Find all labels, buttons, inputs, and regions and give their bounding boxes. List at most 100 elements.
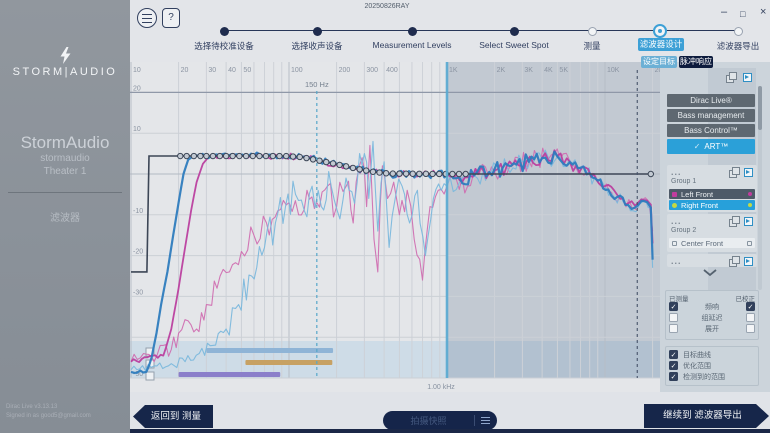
target-handle[interactable]	[377, 170, 382, 175]
expand-groups-chevron-down-icon[interactable]	[702, 268, 718, 279]
target-handle[interactable]	[437, 171, 442, 176]
svg-text:10K: 10K	[607, 67, 620, 74]
take-snapshot-button[interactable]: 拍摄快照	[383, 411, 497, 430]
corrected-groupdelay-checkbox[interactable]	[746, 313, 755, 322]
panel-scrollbar-thumb[interactable]	[758, 86, 762, 130]
target-handle[interactable]	[363, 168, 368, 173]
step-dot-4[interactable]	[510, 27, 519, 36]
target-handle[interactable]	[324, 159, 329, 164]
svg-text:4K: 4K	[544, 67, 553, 74]
channel-row-right-front-selected[interactable]: Right Front	[669, 200, 755, 210]
step-label-filter-export[interactable]: 滤波器导出	[678, 40, 770, 52]
art-support-checkbox-3[interactable]	[146, 372, 154, 380]
step-dot-6-selected[interactable]	[653, 24, 667, 38]
target-handle[interactable]	[210, 153, 215, 158]
target-handle[interactable]	[223, 153, 228, 158]
target-handle[interactable]	[237, 153, 242, 158]
target-handle[interactable]	[277, 153, 282, 158]
target-handle[interactable]	[297, 154, 302, 159]
group-export-icon[interactable]	[744, 217, 753, 226]
target-handle[interactable]	[383, 171, 388, 176]
hamburger-menu-button[interactable]	[137, 8, 157, 28]
step-dot-3[interactable]	[408, 27, 417, 36]
target-handle[interactable]	[178, 153, 183, 158]
target-handle[interactable]	[290, 154, 295, 159]
continue-to-filter-export-button[interactable]: 继续到 滤波器导出	[644, 404, 769, 428]
legend-options: ✓ 目标曲线 ✓ 优化范围 ✓ 检测到的范围	[665, 346, 759, 386]
group-export-icon[interactable]	[744, 257, 753, 266]
target-handle[interactable]	[270, 153, 275, 158]
back-to-measure-button[interactable]: 返回到 测量	[133, 405, 213, 428]
group-menu-icon[interactable]: ...	[671, 258, 682, 264]
measured-groupdelay-checkbox[interactable]	[669, 313, 678, 322]
target-handle[interactable]	[450, 171, 455, 176]
target-handle[interactable]	[283, 153, 288, 158]
step-dot-5[interactable]	[588, 27, 597, 36]
svg-text:300: 300	[366, 67, 378, 74]
window-bottom-strip	[130, 429, 770, 433]
measured-magnitude-checkbox[interactable]: ✓	[669, 302, 678, 311]
group-copy-icon[interactable]	[729, 216, 739, 226]
target-handle[interactable]	[310, 157, 315, 162]
target-handle[interactable]	[648, 171, 653, 176]
target-handle[interactable]	[456, 171, 461, 176]
target-handle[interactable]	[191, 153, 196, 158]
target-handle[interactable]	[417, 171, 422, 176]
step-dot-1[interactable]	[220, 27, 229, 36]
target-handle[interactable]	[230, 153, 235, 158]
step-dot-7[interactable]	[734, 27, 743, 36]
target-handle[interactable]	[243, 153, 248, 158]
target-handle[interactable]	[217, 153, 222, 158]
target-handle[interactable]	[184, 153, 189, 158]
target-handle[interactable]	[343, 164, 348, 169]
impulse-response-button[interactable]: 脉冲响应	[679, 56, 713, 68]
group-copy-icon[interactable]	[729, 256, 739, 266]
tab-bass-control[interactable]: Bass Control™	[667, 124, 755, 137]
target-handle[interactable]	[250, 153, 255, 158]
corrected-spread-checkbox[interactable]	[746, 324, 755, 333]
tab-bass-management[interactable]: Bass management	[667, 109, 755, 122]
measured-spread-checkbox[interactable]	[669, 324, 678, 333]
copy-icon[interactable]	[726, 72, 736, 82]
corrected-magnitude-checkbox[interactable]: ✓	[746, 302, 755, 311]
target-handle[interactable]	[370, 169, 375, 174]
optimization-range-checkbox[interactable]: ✓	[669, 361, 678, 370]
target-handle[interactable]	[317, 158, 322, 163]
close-button[interactable]: ×	[760, 5, 766, 19]
target-handle[interactable]	[257, 153, 262, 158]
target-handle[interactable]	[198, 153, 203, 158]
channel-row-left-front[interactable]: Left Front	[669, 189, 755, 199]
target-handle[interactable]	[397, 171, 402, 176]
maximize-button[interactable]: □	[740, 7, 745, 21]
tab-dirac-live[interactable]: Dirac Live®	[667, 94, 755, 107]
target-handle[interactable]	[357, 167, 362, 172]
target-handle[interactable]	[304, 155, 309, 160]
target-handle[interactable]	[330, 161, 335, 166]
target-handle[interactable]	[204, 153, 209, 158]
detected-range-checkbox[interactable]: ✓	[669, 372, 678, 381]
sidebar-item-filter[interactable]: 滤波器	[0, 209, 130, 224]
target-handle[interactable]	[410, 171, 415, 176]
group-menu-icon[interactable]: ...	[671, 218, 682, 224]
target-handle[interactable]	[423, 171, 428, 176]
target-handle[interactable]	[350, 165, 355, 170]
target-handle[interactable]	[390, 171, 395, 176]
target-handle[interactable]	[263, 153, 268, 158]
target-curve-checkbox[interactable]: ✓	[669, 350, 678, 359]
target-handle[interactable]	[430, 171, 435, 176]
target-handle[interactable]	[337, 162, 342, 167]
group-export-icon[interactable]	[744, 168, 753, 177]
set-target-button[interactable]: 设定目标	[641, 56, 677, 68]
minimize-button[interactable]: –	[721, 5, 727, 19]
tab-art-active[interactable]: ✓ART™	[667, 139, 755, 154]
export-icon[interactable]	[743, 73, 752, 82]
group-copy-icon[interactable]	[729, 167, 739, 177]
target-handle[interactable]	[463, 171, 468, 176]
help-button[interactable]: ?	[162, 8, 180, 28]
channel-row-center-front[interactable]: Center Front	[669, 238, 755, 248]
step-dot-2[interactable]	[313, 27, 322, 36]
group-menu-icon[interactable]: ...	[671, 169, 682, 175]
step-label-measure[interactable]: 测量	[532, 40, 652, 52]
target-handle[interactable]	[403, 171, 408, 176]
svg-text:3K: 3K	[524, 67, 533, 74]
